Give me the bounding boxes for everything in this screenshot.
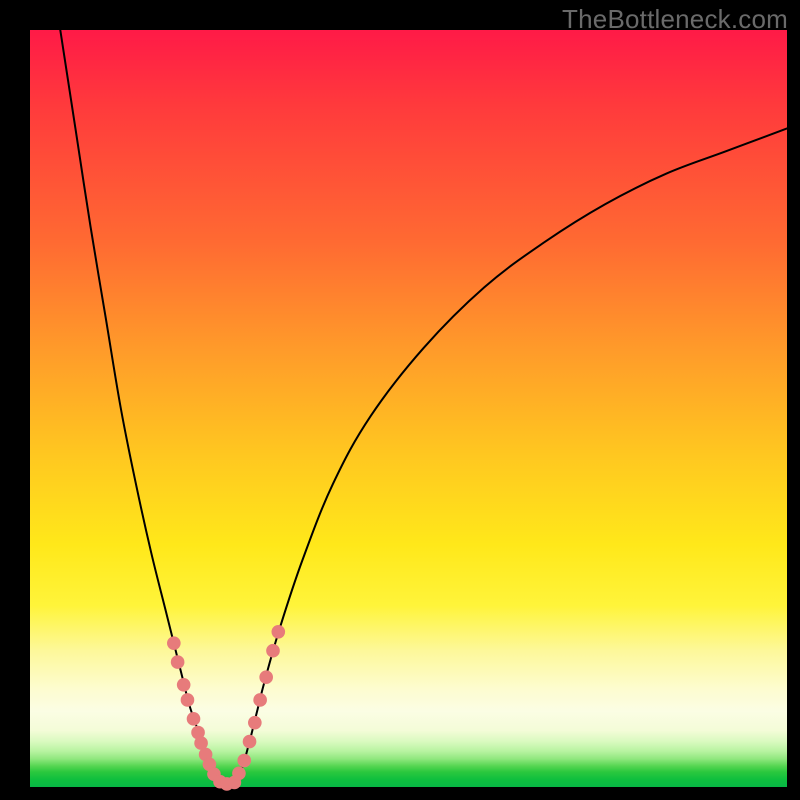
marker-point [177, 678, 191, 692]
marker-point [232, 767, 246, 781]
marker-point [253, 693, 267, 707]
curve-left-curve [60, 30, 219, 783]
marker-point [248, 716, 262, 730]
watermark-text: TheBottleneck.com [562, 4, 788, 35]
marker-point [167, 636, 181, 650]
marker-point [266, 644, 280, 658]
marker-point [243, 735, 257, 749]
marker-point [259, 670, 273, 684]
marker-point [171, 655, 185, 669]
marker-point [181, 693, 195, 707]
chart-svg [30, 30, 787, 787]
curve-right-curve [234, 128, 787, 783]
chart-plot-area [30, 30, 787, 787]
marker-point [187, 712, 201, 726]
marker-point [237, 754, 251, 768]
chart-frame: TheBottleneck.com [0, 0, 800, 800]
marker-point [271, 625, 285, 639]
